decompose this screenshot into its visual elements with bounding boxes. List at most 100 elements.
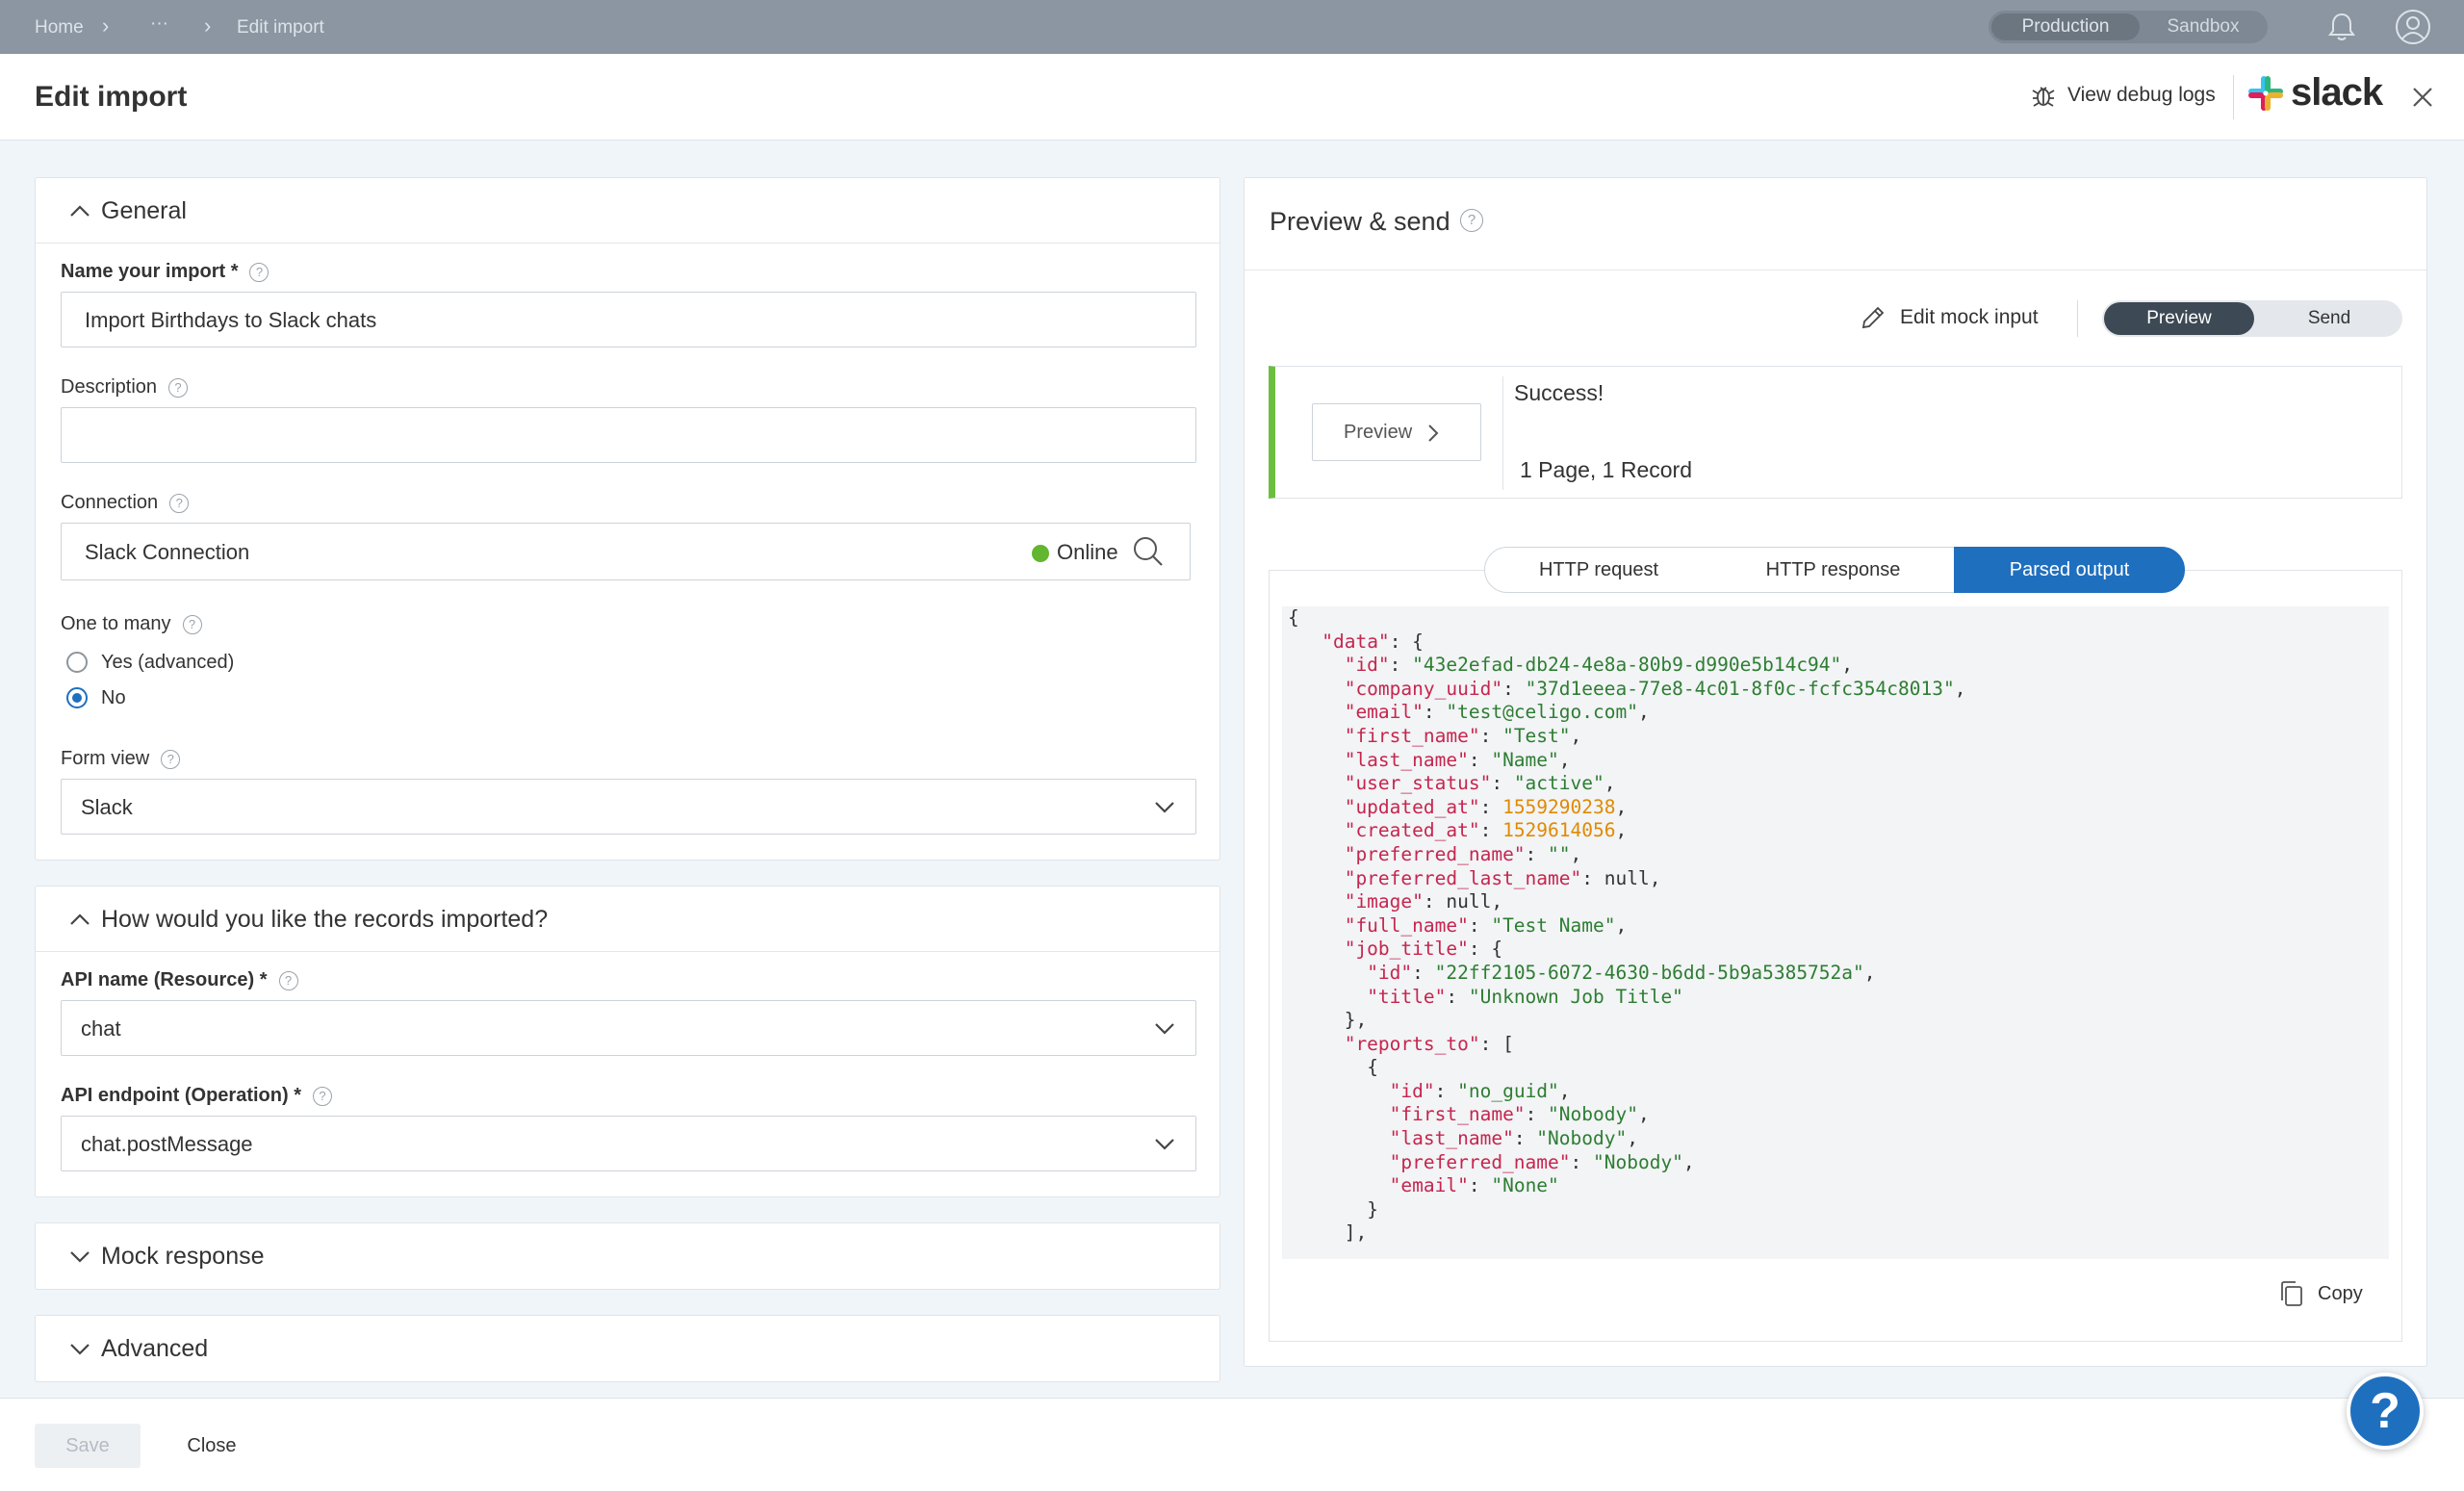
form-view-label: Form view? bbox=[61, 748, 181, 770]
code-token: "preferred_name" bbox=[1344, 842, 1526, 865]
code-token: : bbox=[1479, 819, 1503, 842]
help-icon[interactable]: ? bbox=[168, 378, 189, 398]
form-view-select[interactable]: Slack bbox=[61, 779, 1196, 835]
tab-parsed-output[interactable]: Parsed output bbox=[1954, 547, 2185, 593]
code-token: "no_guid" bbox=[1457, 1079, 1559, 1102]
code-token: "first_name" bbox=[1389, 1103, 1526, 1126]
code-token: : bbox=[1423, 701, 1447, 724]
help-icon[interactable]: ? bbox=[1460, 209, 1483, 232]
code-token: : bbox=[1468, 1174, 1492, 1197]
connection-status: Online bbox=[1057, 540, 1118, 564]
bell-icon[interactable] bbox=[2327, 12, 2356, 42]
code-token: : { bbox=[1468, 938, 1503, 961]
copy-button[interactable]: Copy bbox=[2279, 1280, 2363, 1307]
code-token: : bbox=[1479, 724, 1503, 747]
chevron-down-icon bbox=[70, 1251, 90, 1263]
code-token: "updated_at" bbox=[1344, 795, 1480, 818]
tab-http-response[interactable]: HTTP response bbox=[1712, 547, 1955, 593]
code-token: , bbox=[1604, 772, 1616, 795]
code-token: , bbox=[1615, 795, 1628, 818]
code-token: : bbox=[1434, 1079, 1458, 1102]
code-token: , bbox=[1637, 701, 1650, 724]
code-token: 1559290238 bbox=[1502, 795, 1616, 818]
import-name-label: Name your import *? bbox=[61, 261, 270, 283]
general-section-header[interactable]: General bbox=[36, 178, 1219, 244]
breadcrumb-home[interactable]: Home bbox=[35, 17, 84, 39]
code-line: "id": "22ff2105-6072-4630-b6dd-5b9a53857… bbox=[1288, 962, 2389, 986]
chevron-right-icon bbox=[1428, 424, 1439, 442]
code-token: "Name" bbox=[1491, 748, 1559, 771]
records-import-section: How would you like the records imported?… bbox=[35, 886, 1220, 1197]
code-line: "last_name": "Name", bbox=[1288, 749, 2389, 773]
advanced-section[interactable]: Advanced bbox=[35, 1315, 1220, 1382]
description-input[interactable] bbox=[61, 407, 1196, 463]
code-token: , bbox=[1627, 1127, 1638, 1150]
help-fab-button[interactable]: ? bbox=[2347, 1373, 2424, 1450]
code-token: "email" bbox=[1389, 1174, 1469, 1197]
one-to-many-yes-radio[interactable] bbox=[66, 652, 88, 673]
copy-icon bbox=[2281, 1281, 2302, 1306]
tab-http-request[interactable]: HTTP request bbox=[1484, 547, 1713, 593]
preview-status: Success! bbox=[1514, 380, 1604, 405]
code-token: "last_name" bbox=[1344, 748, 1469, 771]
code-line: "last_name": "Nobody", bbox=[1288, 1127, 2389, 1151]
connection-value: Slack Connection bbox=[85, 540, 250, 564]
view-debug-logs-button[interactable]: View debug logs bbox=[2031, 83, 2216, 108]
advanced-section-title: Advanced bbox=[101, 1335, 209, 1362]
code-token: : bbox=[1525, 1103, 1549, 1126]
code-line: "email": "test@celigo.com", bbox=[1288, 701, 2389, 725]
code-token: "company_uuid" bbox=[1344, 677, 1503, 700]
one-to-many-no-radio[interactable] bbox=[66, 687, 88, 708]
import-name-input[interactable]: Import Birthdays to Slack chats bbox=[61, 292, 1196, 347]
page-header: Edit import View debug logs slack bbox=[0, 54, 2464, 141]
mock-response-section[interactable]: Mock response bbox=[35, 1222, 1220, 1290]
general-section-title: General bbox=[101, 197, 187, 224]
code-token: "id" bbox=[1344, 654, 1390, 677]
code-token: : bbox=[1389, 654, 1413, 677]
help-icon[interactable]: ? bbox=[169, 494, 190, 513]
code-token: , bbox=[1637, 1103, 1650, 1126]
close-button[interactable]: Close bbox=[166, 1424, 258, 1468]
code-token: : null, bbox=[1581, 866, 1661, 889]
code-token: ], bbox=[1344, 1221, 1368, 1245]
api-name-select[interactable]: chat bbox=[61, 1000, 1196, 1056]
sandbox-toggle-button[interactable]: Sandbox bbox=[2143, 13, 2264, 40]
parsed-output-viewer[interactable]: { "data": { "id": "43e2efad-db24-4e8a-80… bbox=[1282, 606, 2389, 1259]
code-token: : bbox=[1468, 913, 1492, 937]
api-endpoint-select[interactable]: chat.postMessage bbox=[61, 1116, 1196, 1171]
description-label: Description? bbox=[61, 376, 189, 398]
help-icon[interactable]: ? bbox=[313, 1087, 332, 1106]
code-line: "job_title": { bbox=[1288, 938, 2389, 962]
page-title: Edit import bbox=[35, 81, 188, 113]
code-token: "preferred_last_name" bbox=[1344, 866, 1582, 889]
connection-label: Connection? bbox=[61, 492, 190, 514]
code-token: : [ bbox=[1479, 1032, 1514, 1055]
code-token: "test@celigo.com" bbox=[1446, 701, 1638, 724]
breadcrumb-more[interactable]: ··· bbox=[150, 13, 168, 35]
code-line: } bbox=[1288, 1198, 2389, 1222]
send-mode-button[interactable]: Send bbox=[2260, 302, 2399, 335]
search-icon[interactable] bbox=[1132, 535, 1165, 568]
code-token: "job_title" bbox=[1344, 938, 1469, 961]
code-token: "id" bbox=[1389, 1079, 1435, 1102]
code-token: "reports_to" bbox=[1344, 1032, 1480, 1055]
code-token: , bbox=[1863, 961, 1876, 984]
code-token: "id" bbox=[1367, 961, 1413, 984]
code-token: "37d1eeea-77e8-4c01-8f0c-fcfc354c8013" bbox=[1525, 677, 1955, 700]
records-section-header[interactable]: How would you like the records imported? bbox=[36, 887, 1219, 952]
preview-mode-button[interactable]: Preview bbox=[2104, 302, 2254, 335]
help-icon[interactable]: ? bbox=[278, 971, 298, 990]
edit-mock-input-button[interactable]: Edit mock input bbox=[1860, 304, 2039, 331]
help-icon[interactable]: ? bbox=[249, 263, 270, 282]
code-token: { bbox=[1367, 1056, 1378, 1079]
connection-select[interactable]: Slack Connection Online bbox=[61, 523, 1191, 580]
help-icon[interactable]: ? bbox=[161, 750, 181, 769]
close-icon[interactable] bbox=[2408, 83, 2437, 112]
preview-result-box: Preview Success! 1 Page, 1 Record bbox=[1269, 366, 2402, 499]
user-icon[interactable] bbox=[2395, 9, 2431, 45]
save-button[interactable]: Save bbox=[35, 1424, 141, 1468]
help-icon[interactable]: ? bbox=[182, 615, 202, 634]
api-endpoint-label: API endpoint (Operation) *? bbox=[61, 1085, 332, 1107]
preview-run-button[interactable]: Preview bbox=[1312, 403, 1481, 461]
production-toggle-button[interactable]: Production bbox=[1991, 13, 2140, 40]
